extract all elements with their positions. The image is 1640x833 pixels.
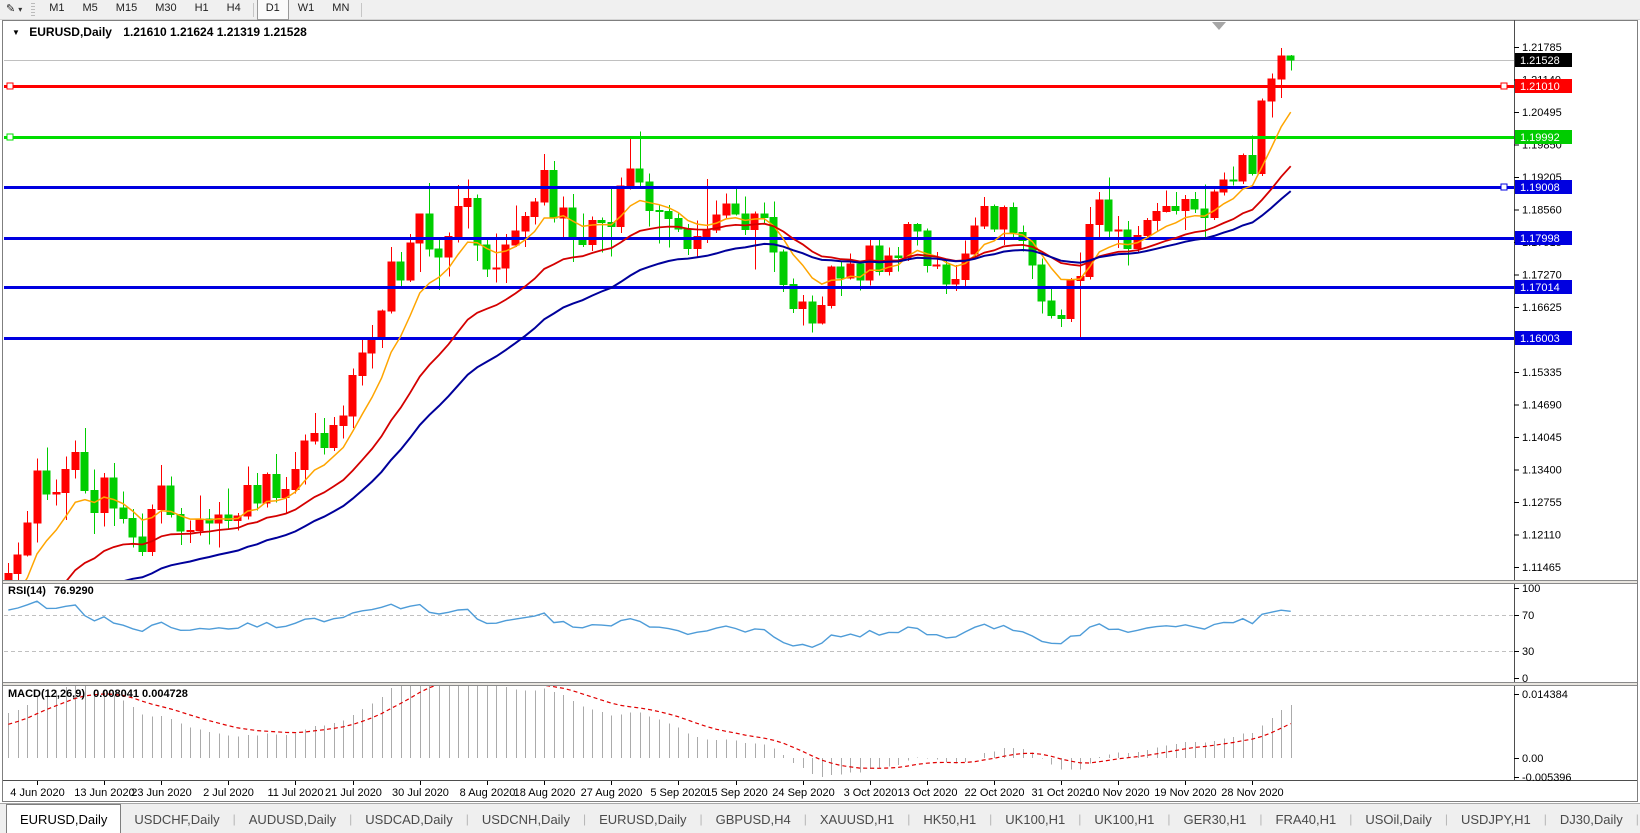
svg-text:21 Jul 2020: 21 Jul 2020 (325, 787, 382, 799)
svg-text:23 Jun 2020: 23 Jun 2020 (131, 787, 192, 799)
chart-tab-usdjpy-h1[interactable]: USDJPY,H1 (1448, 804, 1544, 833)
svg-text:0.014384: 0.014384 (1522, 689, 1568, 701)
macd-pane[interactable] (4, 686, 1514, 780)
ohlc-values: 1.21610 1.21624 1.21319 1.21528 (123, 25, 307, 39)
svg-text:28 Nov 2020: 28 Nov 2020 (1221, 787, 1283, 799)
svg-text:11 Jul 2020: 11 Jul 2020 (267, 787, 323, 799)
chart-tab-usdcad-daily[interactable]: USDCAD,Daily (352, 804, 465, 833)
svg-text:0: 0 (1522, 673, 1528, 685)
svg-text:0.00: 0.00 (1522, 753, 1543, 765)
svg-text:30 Jul 2020: 30 Jul 2020 (392, 787, 449, 799)
svg-text:2 Jul 2020: 2 Jul 2020 (203, 787, 254, 799)
svg-text:31 Oct 2020: 31 Oct 2020 (1032, 787, 1092, 799)
chart-tab-xauusd-h1[interactable]: XAUUSD,H1 (807, 804, 907, 833)
chart-tab-dj30-daily[interactable]: DJ30,Daily (1547, 804, 1636, 833)
main-chart-pane[interactable] (4, 21, 1514, 580)
chart-tab-hk50-h1[interactable]: HK50,H1 (910, 804, 989, 833)
svg-text:24 Sep 2020: 24 Sep 2020 (772, 787, 834, 799)
mt4-terminal-window: ✎ ▾ M1M5M15M30H1H4D1W1MN ▼ EURUSD,Daily … (0, 0, 1640, 833)
svg-text:8 Aug 2020: 8 Aug 2020 (460, 787, 516, 799)
svg-text:15 Sep 2020: 15 Sep 2020 (705, 787, 767, 799)
line-handle-icon[interactable] (1501, 83, 1507, 89)
chart-tab-usdchf-daily[interactable]: USDCHF,Daily (121, 804, 232, 833)
svg-text:1.21010: 1.21010 (1520, 81, 1560, 93)
svg-text:5 Sep 2020: 5 Sep 2020 (650, 787, 706, 799)
svg-text:4 Jun 2020: 4 Jun 2020 (10, 787, 64, 799)
svg-text:3 Oct 2020: 3 Oct 2020 (844, 787, 898, 799)
svg-text:19 Nov 2020: 19 Nov 2020 (1154, 787, 1216, 799)
svg-text:22 Oct 2020: 22 Oct 2020 (965, 787, 1025, 799)
chart-tab-gbpusd-h4[interactable]: GBPUSD,H4 (703, 804, 804, 833)
svg-text:1.19008: 1.19008 (1520, 182, 1560, 194)
chart-plot[interactable]: 1.217851.211401.204951.198501.192051.185… (0, 0, 1640, 833)
chart-tab-uk100-h1[interactable]: UK100,H1 (992, 804, 1078, 833)
symbol-period-label: EURUSD,Daily (29, 25, 112, 39)
svg-text:27 Aug 2020: 27 Aug 2020 (581, 787, 643, 799)
chart-tab-ger30-h1[interactable]: GER30,H1 (1171, 804, 1260, 833)
svg-text:1.12755: 1.12755 (1522, 497, 1562, 509)
svg-text:1.14045: 1.14045 (1522, 432, 1562, 444)
svg-text:18 Aug 2020: 18 Aug 2020 (514, 787, 576, 799)
svg-text:1.21528: 1.21528 (1520, 55, 1560, 67)
line-handle-icon[interactable] (7, 83, 13, 89)
svg-text:1.16003: 1.16003 (1520, 333, 1560, 345)
svg-text:13 Jun 2020: 13 Jun 2020 (74, 787, 135, 799)
chart-menu-triangle-icon[interactable]: ▼ (12, 28, 20, 37)
svg-text:1.19992: 1.19992 (1520, 132, 1560, 144)
svg-text:1.18560: 1.18560 (1522, 205, 1562, 217)
chart-tab-uk100-h1[interactable]: UK100,H1 (1081, 804, 1167, 833)
svg-text:30: 30 (1522, 646, 1534, 658)
chart-tab-eurusd-daily[interactable]: EURUSD,Daily (6, 804, 121, 833)
svg-text:1.11465: 1.11465 (1522, 562, 1561, 574)
svg-text:1.12110: 1.12110 (1522, 530, 1561, 542)
svg-text:100: 100 (1522, 583, 1540, 595)
chart-tab-usdcnh-daily[interactable]: USDCNH,Daily (469, 804, 583, 833)
svg-text:1.21785: 1.21785 (1522, 42, 1562, 54)
svg-text:-0.005396: -0.005396 (1522, 772, 1572, 784)
svg-text:10 Nov 2020: 10 Nov 2020 (1087, 787, 1149, 799)
svg-text:13 Oct 2020: 13 Oct 2020 (898, 787, 958, 799)
chart-title: ▼ EURUSD,Daily 1.21610 1.21624 1.21319 1… (12, 25, 307, 39)
macd-values: 0.008041 0.004728 (93, 688, 188, 700)
chart-tab-audusd-daily[interactable]: AUDUSD,Daily (236, 804, 349, 833)
svg-text:1.13400: 1.13400 (1522, 465, 1562, 477)
svg-text:1.20495: 1.20495 (1522, 107, 1562, 119)
macd-indicator-label: MACD(12,26,9) 0.008041 0.004728 (8, 688, 188, 700)
line-handle-icon[interactable] (1501, 184, 1507, 190)
svg-text:1.17998: 1.17998 (1520, 233, 1560, 245)
rsi-name: RSI(14) (8, 585, 46, 597)
svg-text:1.16625: 1.16625 (1522, 302, 1562, 314)
rsi-indicator-label: RSI(14) 76.9290 (8, 585, 94, 597)
chart-tab-usoil-daily[interactable]: USOil,Daily (1352, 804, 1444, 833)
svg-text:1.14690: 1.14690 (1522, 400, 1562, 412)
line-handle-icon[interactable] (7, 134, 13, 140)
svg-text:1.15335: 1.15335 (1522, 367, 1562, 379)
macd-name: MACD(12,26,9) (8, 688, 85, 700)
chart-tab-fra40-h1[interactable]: FRA40,H1 (1263, 804, 1350, 833)
svg-text:1.17014: 1.17014 (1520, 282, 1560, 294)
chart-tab-bar: EURUSD,DailyUSDCHF,Daily|AUDUSD,Daily|US… (0, 803, 1640, 833)
rsi-pane[interactable] (4, 584, 1514, 682)
rsi-value: 76.9290 (54, 585, 94, 597)
chart-tab-eurusd-daily[interactable]: EURUSD,Daily (586, 804, 699, 833)
svg-text:1.17270: 1.17270 (1522, 270, 1562, 282)
svg-text:70: 70 (1522, 610, 1534, 622)
